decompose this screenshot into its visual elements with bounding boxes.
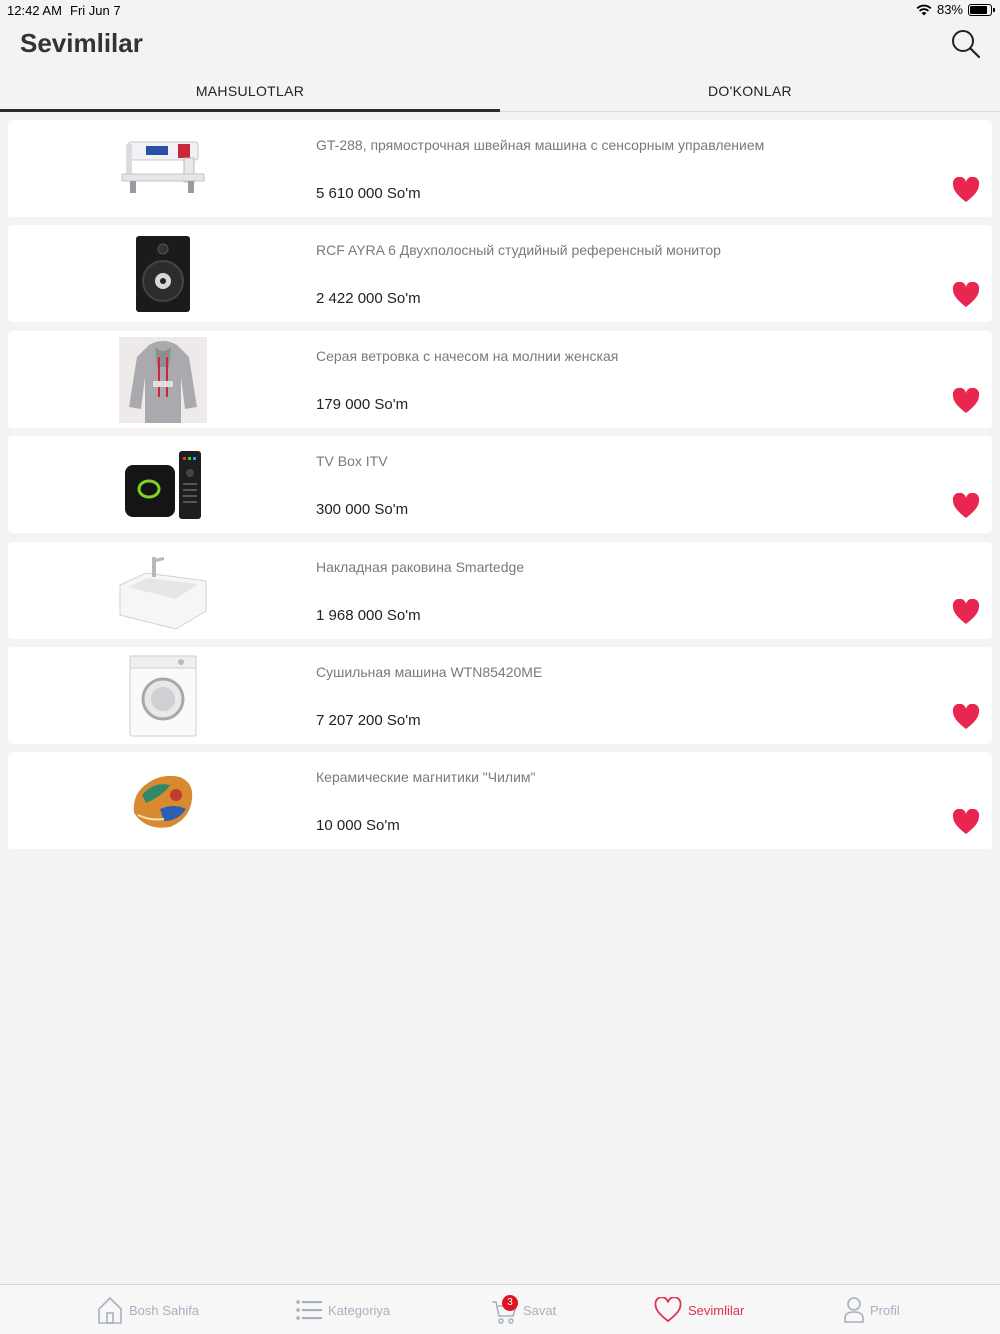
heart-icon	[654, 1297, 682, 1323]
heart-icon[interactable]	[952, 598, 980, 625]
product-price: 5 610 000 So'm	[316, 185, 421, 202]
tab-products[interactable]: MAHSULOTLAR	[0, 72, 500, 112]
heart-icon[interactable]	[952, 809, 980, 835]
product-price: 300 000 So'm	[316, 501, 409, 519]
product-title[interactable]: Керамические магнитики "Чилим"	[316, 769, 536, 785]
nav-home-label: Bosh Sahifa	[129, 1302, 200, 1318]
heart-icon[interactable]	[952, 387, 980, 414]
status-bar: 12:42 AM Fri Jun 7 83%	[0, 0, 1000, 20]
product-price: 1 968 000 So'm	[316, 606, 421, 624]
battery-level	[970, 5, 987, 14]
tab-bar: MAHSULOTLAR DO'KONLAR	[0, 72, 1000, 112]
tv-box-image	[113, 442, 213, 528]
product-price: 179 000 So'm	[316, 395, 409, 413]
page-title: Sevimlilar	[20, 28, 143, 58]
product-card[interactable]: Сушильная машина WTN85420ME 7 207 200 So…	[8, 646, 992, 744]
home-icon	[98, 1296, 122, 1324]
list-icon	[296, 1300, 322, 1320]
heart-icon[interactable]	[952, 282, 980, 308]
nav-favorites[interactable]: Sevimlilar	[654, 1295, 744, 1325]
search-button[interactable]	[950, 28, 982, 60]
product-title[interactable]: Сушильная машина WTN85420ME	[316, 664, 542, 680]
status-date: Fri Jun 7	[70, 3, 121, 18]
dryer-image	[113, 653, 213, 739]
heart-icon[interactable]	[952, 177, 980, 203]
status-indicators: 83%	[916, 2, 995, 17]
product-card[interactable]: Накладная раковина Smartedge 1 968 000 S…	[8, 541, 992, 639]
cart-icon-wrap: 3	[491, 1295, 518, 1324]
nav-favorites-label: Sevimlilar	[688, 1302, 745, 1318]
magnet-image	[113, 758, 213, 844]
product-title[interactable]: RCF AYRA 6 Двухполосный студийный рефере…	[316, 242, 721, 258]
sink-image	[113, 548, 213, 634]
user-icon	[844, 1297, 864, 1323]
nav-profile-label: Profil	[870, 1302, 900, 1318]
nav-category[interactable]: Kategoriya	[296, 1295, 390, 1325]
sewing-machine-image	[113, 126, 213, 212]
nav-cart-label: Savat	[523, 1302, 557, 1318]
product-card[interactable]: RCF AYRA 6 Двухполосный студийный рефере…	[8, 225, 992, 323]
product-price: 10 000 So'm	[316, 817, 400, 835]
nav-cart[interactable]: 3 Savat	[491, 1295, 556, 1325]
product-card[interactable]: TV Box ITV 300 000 So'm	[8, 436, 992, 534]
tab-stores[interactable]: DO'KONLAR	[500, 72, 1000, 111]
heart-icon[interactable]	[952, 703, 980, 730]
product-title[interactable]: TV Box ITV	[316, 453, 388, 469]
cart-badge: 3	[502, 1295, 518, 1311]
nav-profile[interactable]: Profil	[844, 1295, 900, 1325]
battery-icon	[968, 3, 995, 16]
product-title[interactable]: Серая ветровка с начесом на молнии женск…	[316, 348, 618, 364]
product-title[interactable]: GT-288, прямострочная швейная машина с с…	[316, 137, 764, 153]
product-price: 7 207 200 So'm	[316, 711, 421, 729]
product-title[interactable]: Накладная раковина Smartedge	[316, 559, 524, 575]
bottom-nav: Bosh Sahifa Kategoriya 3 Savat Sevimlila…	[0, 1284, 1000, 1334]
wifi-icon	[916, 4, 932, 15]
speaker-image	[113, 231, 213, 317]
status-time: 12:42 AM	[7, 3, 62, 18]
battery-percent: 83%	[936, 2, 963, 17]
heart-icon[interactable]	[952, 493, 980, 519]
nav-category-label: Kategoriya	[328, 1302, 391, 1318]
product-card[interactable]: Керамические магнитики "Чилим" 10 000 So…	[8, 752, 992, 850]
favorites-list: GT-288, прямострочная швейная машина с с…	[8, 120, 992, 858]
search-icon	[952, 30, 981, 59]
product-card[interactable]: Серая ветровка с начесом на молнии женск…	[8, 330, 992, 428]
product-card[interactable]: GT-288, прямострочная швейная машина с с…	[8, 120, 992, 217]
nav-home[interactable]: Bosh Sahifa	[97, 1295, 199, 1325]
product-price: 2 422 000 So'm	[316, 290, 421, 308]
hoodie-image	[113, 336, 213, 423]
